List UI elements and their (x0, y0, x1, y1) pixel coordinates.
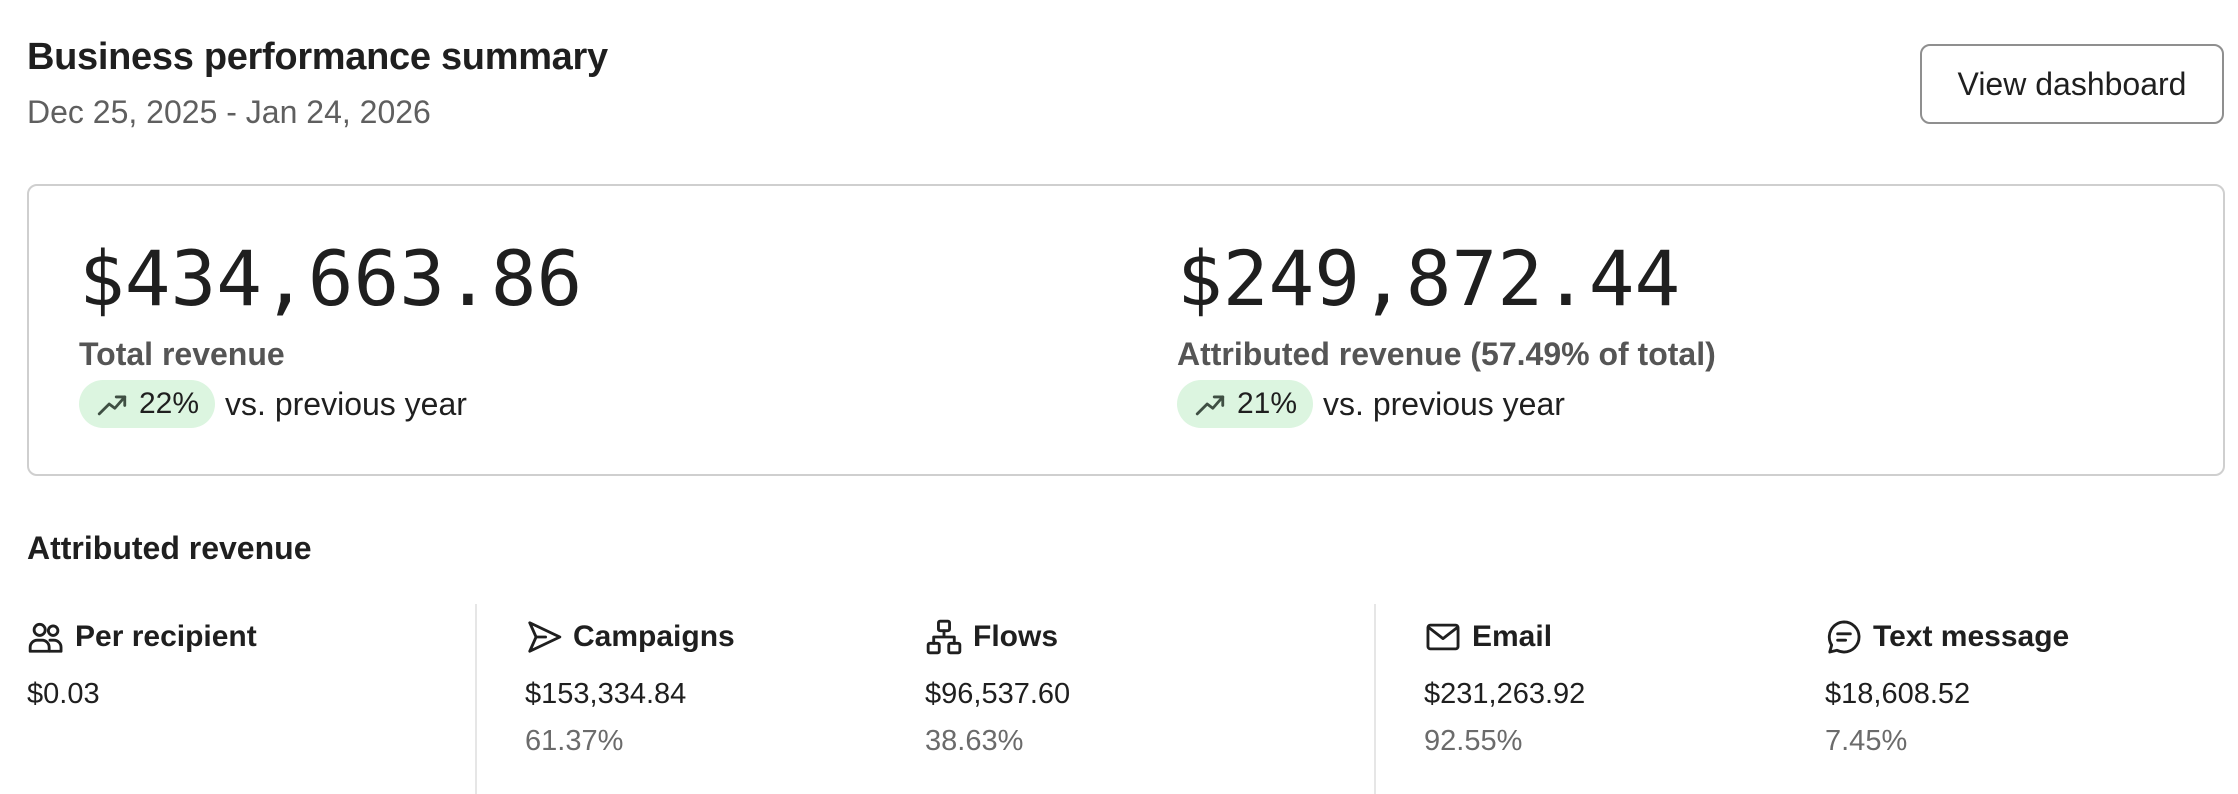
comparison-text: vs. previous year (225, 385, 467, 422)
column-value: $0.03 (27, 678, 100, 710)
mail-icon (1426, 623, 1460, 651)
revenue-summary-card: $434,663.86 Total revenue 22% vs. previo… (27, 184, 2225, 476)
total-revenue-value: $434,663.86 (79, 234, 583, 323)
column-header: Per recipient (27, 618, 257, 656)
column-percent: 92.55% (1424, 725, 1523, 757)
users-icon (28, 622, 63, 653)
view-dashboard-button[interactable]: View dashboard (1920, 44, 2224, 124)
page-title: Business performance summary (27, 36, 608, 78)
campaigns-column: Campaigns $153,334.84 61.37% (525, 618, 735, 758)
attributed-revenue-delta: 21% vs. previous year (1177, 380, 1565, 428)
flows-column: Flows $96,537.60 38.63% (925, 618, 1070, 758)
total-revenue-label: Total revenue (79, 336, 285, 372)
column-percent: 38.63% (925, 725, 1024, 757)
column-value: $231,263.92 (1424, 678, 1586, 710)
column-header: Email (1424, 618, 1585, 656)
column-value: $96,537.60 (925, 678, 1071, 710)
change-badge: 22% (79, 380, 216, 428)
column-label: Text message (1873, 620, 2070, 653)
column-value: $153,334.84 (525, 678, 687, 710)
trending-up-icon (1195, 395, 1225, 416)
message-icon (1827, 620, 1861, 654)
change-value: 22% (139, 387, 200, 420)
attributed-revenue-value: $249,872.44 (1177, 234, 1681, 323)
column-header: Campaigns (525, 618, 735, 656)
text-message-column: Text message $18,608.52 7.45% (1825, 618, 2069, 758)
attributed-revenue-label: Attributed revenue (57.49% of total) (1177, 336, 1716, 372)
trending-up-icon (97, 395, 127, 416)
column-percent: 7.45% (1825, 725, 1908, 757)
date-range: Dec 25, 2025 - Jan 24, 2026 (27, 94, 431, 130)
comparison-text: vs. previous year (1323, 385, 1565, 422)
column-header: Flows (925, 618, 1070, 656)
per-recipient-column: Per recipient $0.03 (27, 618, 257, 725)
divider (475, 604, 477, 794)
email-column: Email $231,263.92 92.55% (1424, 618, 1585, 758)
column-label: Campaigns (573, 620, 735, 653)
column-label: Flows (973, 620, 1059, 653)
attributed-revenue-heading: Attributed revenue (27, 530, 312, 566)
column-header: Text message (1825, 618, 2069, 656)
send-icon (528, 621, 562, 653)
column-percent: 61.37% (525, 725, 624, 757)
column-label: Per recipient (75, 620, 257, 653)
column-value: $18,608.52 (1825, 678, 1971, 710)
total-revenue-delta: 22% vs. previous year (79, 380, 467, 428)
change-value: 21% (1237, 387, 1298, 420)
column-label: Email (1472, 620, 1553, 653)
change-badge: 21% (1177, 380, 1314, 428)
flow-icon (926, 619, 962, 655)
divider (1374, 604, 1376, 794)
